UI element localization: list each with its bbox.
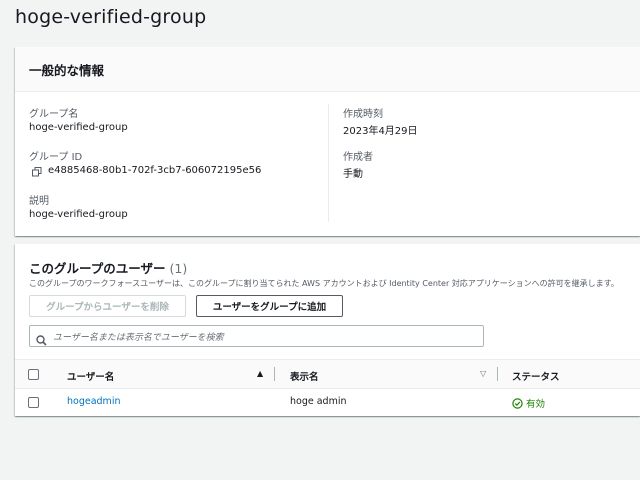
search-placeholder: ユーザー名または表示名でユーザーを検索: [53, 332, 224, 343]
table-header: ユーザー名 ▲ 表示名 ▽ ステータス: [15, 359, 640, 389]
copy-icon[interactable]: [32, 167, 42, 177]
status-badge: 有効: [512, 396, 545, 410]
group-name-value: hoge-verified-group: [29, 122, 128, 133]
column-separator[interactable]: [274, 367, 275, 381]
column-header-display-name[interactable]: 表示名: [290, 369, 319, 383]
created-by-value: 手動: [343, 169, 363, 180]
username-link[interactable]: hogeadmin: [67, 396, 120, 407]
remove-user-button[interactable]: グループからユーザーを削除: [29, 295, 186, 317]
general-info-panel: 一般的な情報 グループ名 hoge-verified-group グループ ID…: [15, 47, 640, 236]
created-at-value: 2023年4月29日: [343, 126, 418, 137]
search-icon: [36, 331, 47, 346]
users-section-title: このグループのユーザー (1): [29, 258, 187, 277]
row-checkbox[interactable]: [28, 397, 39, 408]
description-value: hoge-verified-group: [29, 209, 128, 220]
select-all-checkbox[interactable]: [28, 369, 39, 380]
created-at-label: 作成時刻: [343, 109, 383, 120]
users-count: (1): [169, 261, 188, 276]
group-id-value: e4885468-80b1-702f-3cb7-606072195e56: [48, 165, 262, 176]
page-title: hoge-verified-group: [15, 6, 207, 28]
column-header-status[interactable]: ステータス: [512, 369, 560, 383]
description-label: 説明: [29, 196, 49, 207]
add-user-button[interactable]: ユーザーをグループに追加: [196, 295, 343, 317]
group-id-label: グループ ID: [29, 152, 83, 163]
users-description: このグループのワークフォースユーザーは、このグループに割り当てられた AWS ア…: [29, 279, 619, 288]
check-circle-icon: [512, 397, 523, 409]
general-info-header: 一般的な情報: [15, 47, 640, 92]
created-by-label: 作成者: [343, 152, 373, 163]
search-input[interactable]: ユーザー名または表示名でユーザーを検索: [29, 325, 484, 347]
status-text: 有効: [526, 399, 546, 410]
table-row: hogeadmin hoge admin 有効: [15, 388, 640, 416]
group-users-panel: このグループのユーザー (1) このグループのワークフォースユーザーは、このグルー…: [15, 244, 640, 416]
column-header-username[interactable]: ユーザー名: [67, 369, 114, 383]
sort-ascending-icon[interactable]: ▲: [257, 369, 263, 378]
display-name-cell: hoge admin: [290, 396, 347, 407]
column-divider: [328, 104, 329, 222]
sort-descending-icon[interactable]: ▽: [480, 369, 486, 378]
users-title-text: このグループのユーザー: [29, 261, 166, 276]
column-separator[interactable]: [497, 367, 498, 381]
group-name-label: グループ名: [29, 109, 79, 120]
